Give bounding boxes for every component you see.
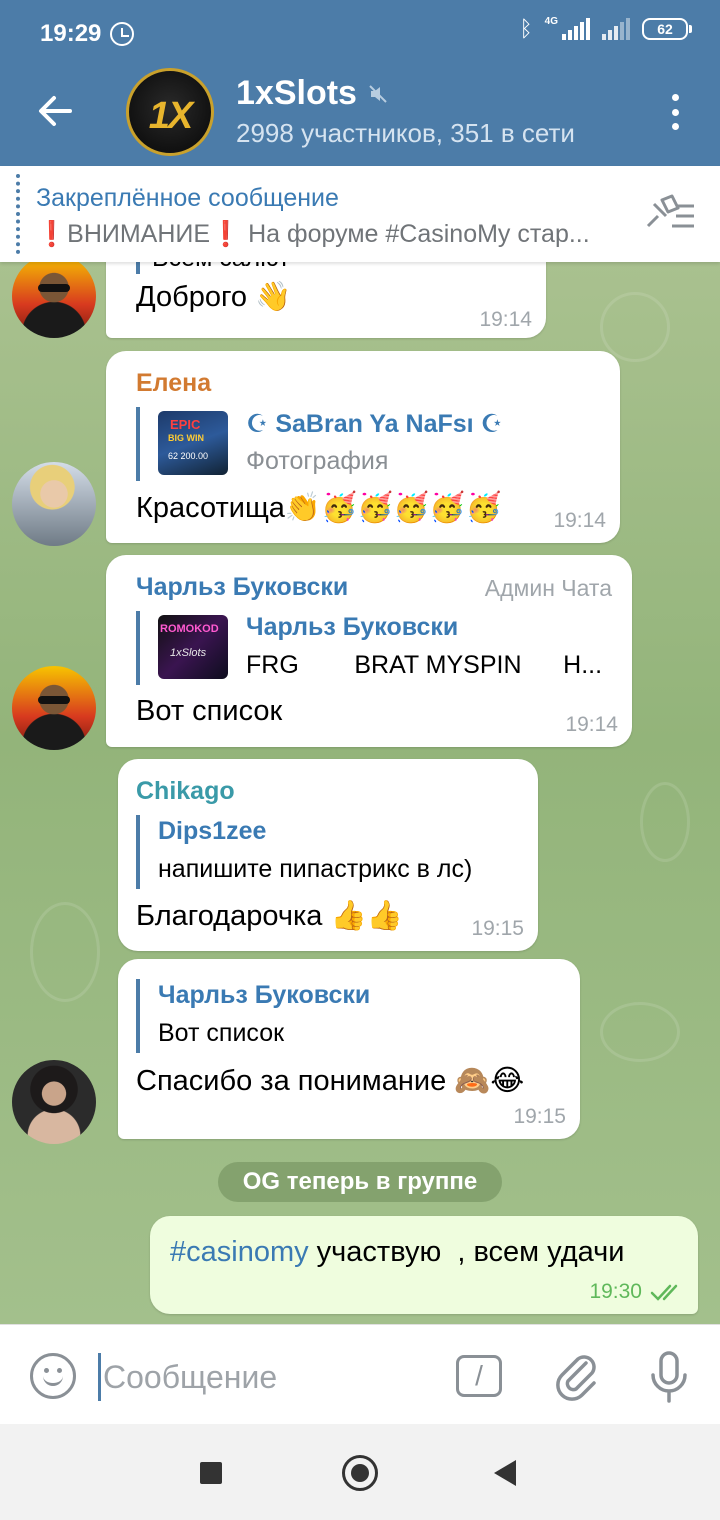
quote-text: напишите пипастрикс в лс) [158,855,473,883]
message-text-body: участвую , всем удачи [308,1236,625,1268]
signal-icon-2 [602,18,630,40]
photo-thumbnail: EPIC BIG WIN 62 200.00 [158,411,228,475]
thumb-caption: ROMOKOD [160,623,219,635]
sender-name[interactable]: Елена [136,369,211,398]
read-ticks-icon [650,1284,678,1301]
status-bar: 19:29 ᛒ 4G 62 [0,0,720,56]
message-input[interactable] [98,1353,418,1401]
reply-quote[interactable]: Чарльз Буковски Вот список [136,979,556,1053]
quote-sender: Чарльз Буковски [158,981,371,1009]
avatar[interactable] [12,1060,96,1144]
message-time: 19:15 [513,1105,566,1128]
recents-button[interactable] [200,1462,222,1484]
pinned-text: ❗ВНИМАНИЕ❗ На форуме #CasinoMy стар... [36,220,636,249]
pinned-text-suffix: ❗ На форуме #CasinoMy стар... [210,220,590,248]
more-menu-icon[interactable] [670,94,680,130]
reply-quote[interactable]: EPIC BIG WIN 62 200.00 ☪ SaBran Ya NaFsı… [136,407,516,481]
message-time: 19:30 [589,1280,642,1303]
message-bubble[interactable]: Чарльз Буковски Вот список Спасибо за по… [118,959,580,1139]
service-message: OG теперь в группе [218,1162,502,1202]
system-back-button[interactable] [494,1460,516,1486]
exclamation-icon: ❗ [36,220,68,248]
background-doodle [30,902,100,1002]
quote-sender: ☪ SaBran Ya NaFsı ☪ [246,410,503,438]
mute-icon [369,85,387,103]
message-text: Благодарочка 👍👍 [136,900,403,932]
message-time: 19:14 [565,713,618,736]
message-bubble[interactable]: Елена EPIC BIG WIN 62 200.00 ☪ SaBran Ya… [106,351,620,543]
group-title[interactable]: 1xSlots [236,74,357,113]
avatar[interactable] [12,262,96,338]
reply-quote[interactable]: Всем салют [136,262,436,274]
outgoing-message-bubble[interactable]: #casinomy участвую , всем удачи 19:30 [150,1216,698,1314]
message-text: Красотища👏🥳🥳🥳🥳🥳 [136,492,502,524]
hashtag-link[interactable]: #casinomy [170,1236,309,1268]
alarm-icon [110,22,134,46]
message-time: 19:14 [479,308,532,331]
system-nav-bar [0,1424,720,1520]
emoji-mouth [43,1374,63,1386]
bot-command-button[interactable]: / [456,1355,502,1397]
quote-text: Всем салют [152,262,290,273]
bluetooth-icon: ᛒ [519,16,533,41]
message-text: #casinomy участвую , всем удачи [170,1236,624,1269]
thumb-caption: 1xSlots [170,647,207,659]
microphone-icon[interactable] [644,1349,694,1405]
back-arrow-icon[interactable] [30,86,80,136]
message-bubble[interactable]: Chikago Dips1zee напишите пипастрикс в л… [118,759,538,951]
status-time: 19:29 [40,20,102,47]
quote-sender: Dips1zee [158,817,267,845]
message-text: Доброго 👋 [136,281,292,313]
sender-name[interactable]: Chikago [136,777,235,806]
background-doodle [600,292,670,362]
thumb-caption: BIG WIN [168,433,204,443]
home-button[interactable] [342,1455,378,1491]
quote-text: FRG BRAT MYSPIN H... [246,651,603,679]
message-time: 19:15 [471,917,524,940]
group-logo: 1X [148,95,193,137]
emoji-icon[interactable] [30,1353,76,1399]
pinned-list-icon[interactable] [642,192,698,236]
paperclip-icon[interactable] [550,1349,602,1401]
thumb-caption: EPIC [170,417,201,432]
group-avatar[interactable]: 1X [126,68,214,156]
pinned-indicator [16,174,20,254]
avatar[interactable] [12,666,96,750]
network-type: 4G [544,16,558,27]
pinned-message[interactable]: Закреплённое сообщение ❗ВНИМАНИЕ❗ На фор… [0,166,720,262]
thumb-caption: 62 200.00 [168,451,209,461]
sender-name[interactable]: Чарльз Буковски [136,573,348,602]
chat-area[interactable]: Всем салют Доброго 👋 19:14 Елена EPIC BI… [0,262,720,1324]
background-doodle [600,1002,680,1062]
message-bubble[interactable]: Чарльз Буковски Админ Чата ROMOKOD 1xSlo… [106,555,632,747]
message-text: Вот список [136,695,283,727]
message-input-bar: / [0,1324,720,1424]
background-doodle [640,782,690,862]
signal-icon [562,18,590,40]
quote-sender: Чарльз Буковски [246,613,459,641]
admin-badge: Админ Чата [484,575,612,601]
quote-type: Фотография [246,447,389,475]
message-bubble[interactable]: Всем салют Доброго 👋 19:14 [106,262,546,338]
pinned-text-main: ВНИМАНИЕ [67,220,211,248]
group-members-status: 2998 участников, 351 в сети [236,118,575,148]
pinned-title: Закреплённое сообщение [36,184,339,212]
message-time: 19:14 [553,509,606,532]
chat-header[interactable]: 1X 1xSlots 2998 участников, 351 в сети [0,56,720,166]
avatar[interactable] [12,462,96,546]
status-icons: ᛒ 4G 62 [519,16,692,42]
reply-quote[interactable]: ROMOKOD 1xSlots Чарльз Буковски FRG BRAT… [136,611,616,685]
photo-thumbnail: ROMOKOD 1xSlots [158,615,228,679]
battery-icon: 62 [642,18,692,40]
quote-text: Вот список [158,1019,285,1047]
reply-quote[interactable]: Dips1zee напишите пипастрикс в лс) [136,815,516,889]
message-text: Спасибо за понимание 🙈😂 [136,1065,525,1097]
